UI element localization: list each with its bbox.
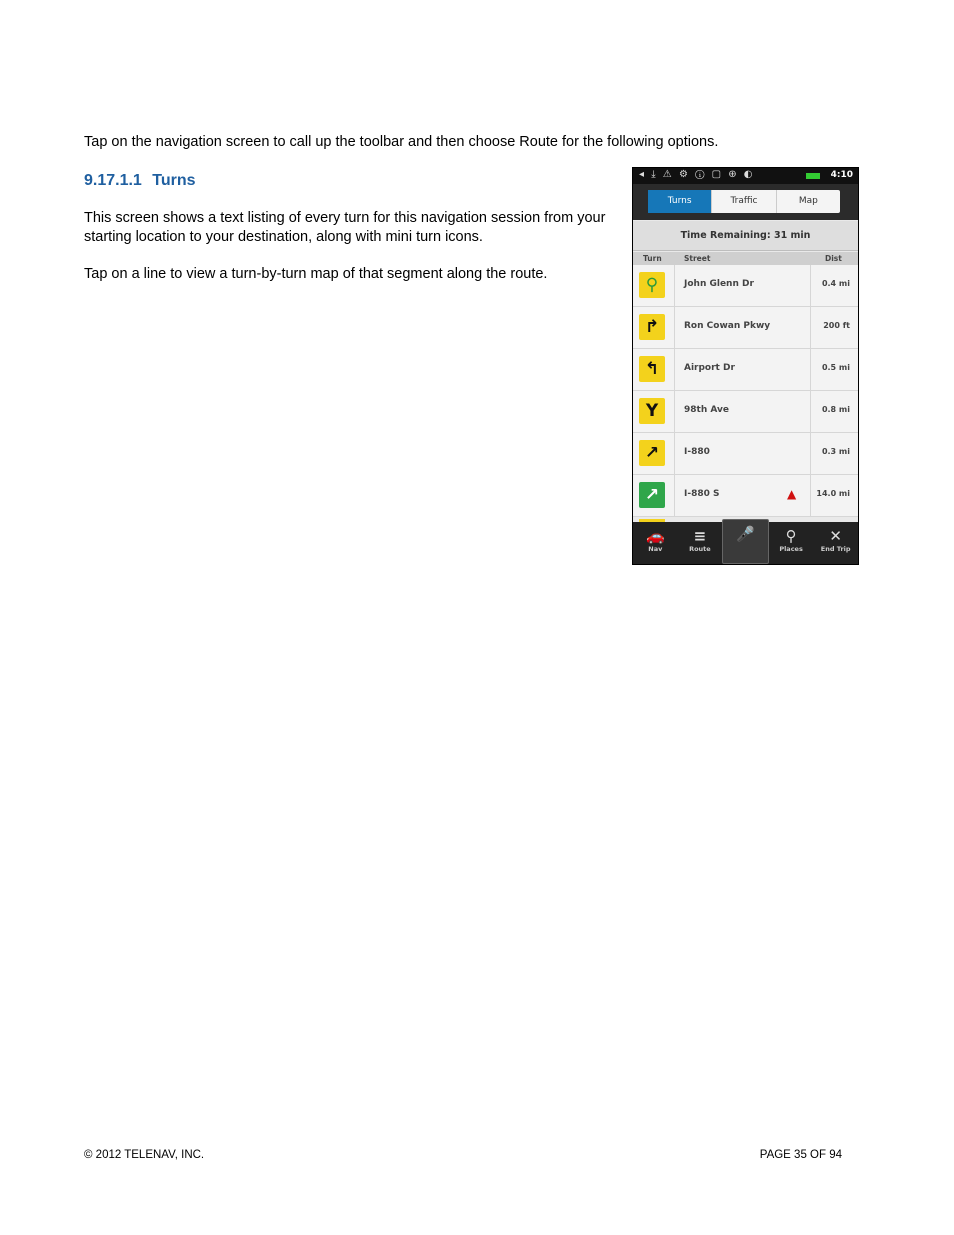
- turn-distance: 0.4 mi: [821, 279, 850, 288]
- column-header-turn: Turn: [643, 254, 662, 263]
- turn-row[interactable]: ↗ I-880 S ▲ 14.0 mi: [633, 475, 858, 517]
- turn-street: 98th Ave: [684, 405, 729, 415]
- bear-right-icon: ↗: [639, 440, 665, 466]
- list-icon: ≡: [693, 527, 707, 545]
- view-tabs: Turns Traffic Map: [648, 190, 840, 213]
- footer-copyright: © 2012 TELENAV, INC.: [84, 1149, 205, 1161]
- turn-row[interactable]: ↰ Airport Dr 0.5 mi: [633, 349, 858, 391]
- footer-page-number: PAGE 35 OF 94: [759, 1149, 842, 1161]
- turn-distance: 0.3 mi: [821, 447, 850, 456]
- turn-street: I-880: [684, 447, 710, 457]
- turn-left-icon: ↰: [639, 356, 665, 382]
- turn-distance: 14.0 mi: [816, 489, 850, 498]
- highway-exit-icon: ↗: [639, 482, 665, 508]
- time-remaining: Time Remaining: 31 min: [633, 221, 858, 251]
- tab-map[interactable]: Map: [777, 190, 840, 213]
- car-icon: 🚗: [645, 527, 665, 545]
- turn-street: Airport Dr: [684, 363, 735, 373]
- battery-icon: [806, 173, 820, 179]
- turn-row[interactable]: ↱ Ron Cowan Pkwy 200 ft: [633, 307, 858, 349]
- intro-text: Tap on the navigation screen to call up …: [84, 134, 719, 150]
- turn-distance: 200 ft: [823, 321, 850, 330]
- turn-row[interactable]: ⚲ John Glenn Dr 0.4 mi: [633, 265, 858, 307]
- turn-street: I-880 S: [684, 489, 720, 499]
- turn-distance: 0.8 mi: [821, 405, 850, 414]
- status-time: 4:10: [830, 170, 853, 180]
- fork-icon: Y: [639, 398, 665, 424]
- end-trip-button[interactable]: ✕ End Trip: [813, 522, 858, 564]
- turn-distance: 0.5 mi: [821, 363, 850, 372]
- section-number: 9.17.1.1: [84, 172, 142, 189]
- pin-icon: ⚲: [639, 272, 665, 298]
- turn-row[interactable]: ↗ I-880 0.3 mi: [633, 433, 858, 475]
- voice-button[interactable]: 🎤: [722, 519, 769, 564]
- section-title: Turns: [152, 172, 196, 189]
- route-button[interactable]: ≡ Route: [678, 522, 723, 564]
- turn-street: Ron Cowan Pkwy: [684, 321, 771, 331]
- bottom-toolbar: 🚗 Nav ≡ Route 🎤 ⚲ Places ✕ End Trip: [633, 519, 858, 564]
- column-header-dist: Dist: [825, 254, 842, 263]
- turn-row[interactable]: Y 98th Ave 0.8 mi: [633, 391, 858, 433]
- phone-screenshot: ◂ ⤓ ⚠ ⚙ ⓘ ▢ ⊕ ◐ 4:10 Turns Traffic Map T…: [632, 167, 859, 565]
- status-icons: ◂ ⤓ ⚠ ⚙ ⓘ ▢ ⊕ ◐: [639, 169, 755, 180]
- nav-button[interactable]: 🚗 Nav: [633, 522, 678, 564]
- tab-traffic[interactable]: Traffic: [712, 190, 777, 213]
- microphone-icon: 🎤: [736, 525, 755, 543]
- turn-street: John Glenn Dr: [684, 279, 754, 289]
- turn-right-icon: ↱: [639, 314, 665, 340]
- description-paragraph: This screen shows a text listing of ever…: [84, 210, 606, 245]
- places-pin-icon: ⚲: [785, 527, 797, 545]
- instruction-paragraph: Tap on a line to view a turn-by-turn map…: [84, 266, 548, 282]
- places-button[interactable]: ⚲ Places: [769, 522, 814, 564]
- tab-turns[interactable]: Turns: [648, 190, 713, 213]
- turn-list: ⚲ John Glenn Dr 0.4 mi ↱ Ron Cowan Pkwy …: [633, 265, 858, 517]
- current-position-arrow-icon: ▲: [787, 487, 797, 501]
- column-header-street: Street: [684, 254, 711, 263]
- close-icon: ✕: [829, 527, 842, 545]
- status-bar: ◂ ⤓ ⚠ ⚙ ⓘ ▢ ⊕ ◐ 4:10: [633, 168, 858, 184]
- section-heading: 9.17.1.1 Turns: [84, 172, 196, 190]
- column-headers: Turn Street Dist: [633, 252, 858, 265]
